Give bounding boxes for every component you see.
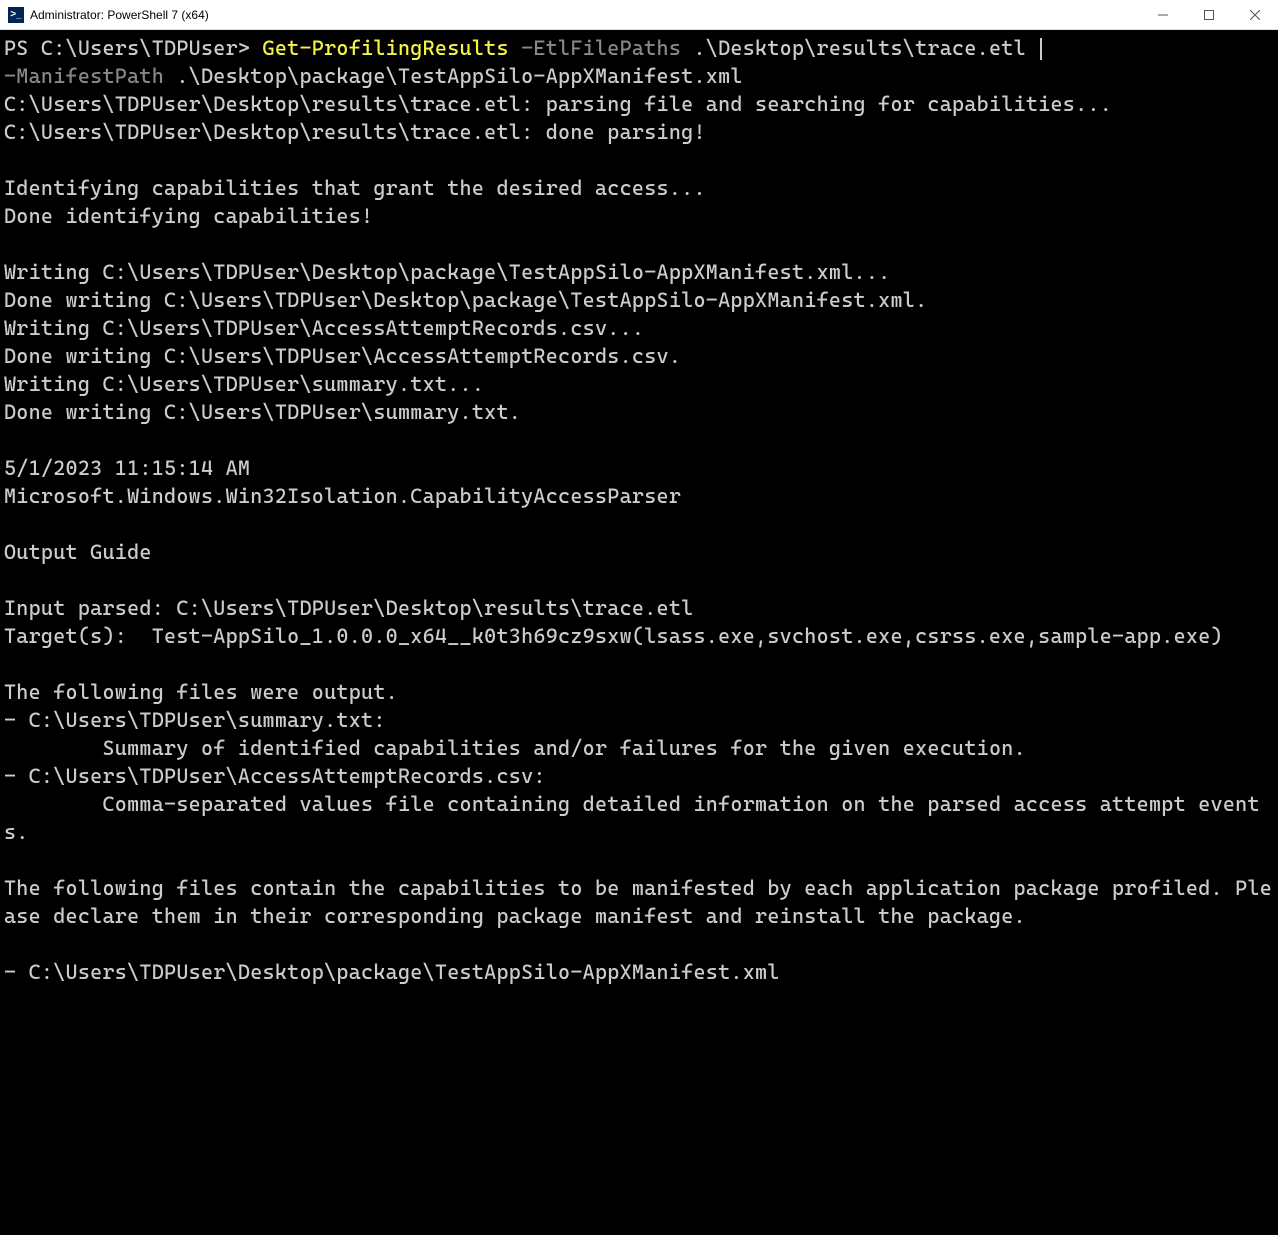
maximize-button[interactable] [1186, 0, 1232, 29]
param-manifestpath: -ManifestPath [4, 64, 176, 88]
minimize-icon [1158, 10, 1168, 20]
powershell-icon: >_ [8, 7, 24, 23]
cmdlet: Get-ProfilingResults [263, 36, 522, 60]
titlebar-left: >_ Administrator: PowerShell 7 (x64) [8, 7, 209, 23]
text-cursor [1040, 38, 1042, 60]
titlebar-controls [1140, 0, 1278, 29]
titlebar: >_ Administrator: PowerShell 7 (x64) [0, 0, 1278, 30]
arg-etlfilepaths: .\Desktop\results\trace.etl [693, 36, 1038, 60]
minimize-button[interactable] [1140, 0, 1186, 29]
close-icon [1250, 10, 1260, 20]
close-button[interactable] [1232, 0, 1278, 29]
window-title: Administrator: PowerShell 7 (x64) [30, 8, 209, 22]
maximize-icon [1204, 10, 1214, 20]
terminal-area[interactable]: PS C:\Users\TDPUser> Get-ProfilingResult… [0, 30, 1278, 990]
prompt: PS C:\Users\TDPUser> [4, 36, 263, 60]
terminal-output: C:\Users\TDPUser\Desktop\results\trace.e… [4, 90, 1274, 986]
arg-manifestpath: .\Desktop\package\TestAppSilo-AppXManife… [176, 64, 742, 88]
param-etlfilepaths: -EtlFilePaths [521, 36, 693, 60]
